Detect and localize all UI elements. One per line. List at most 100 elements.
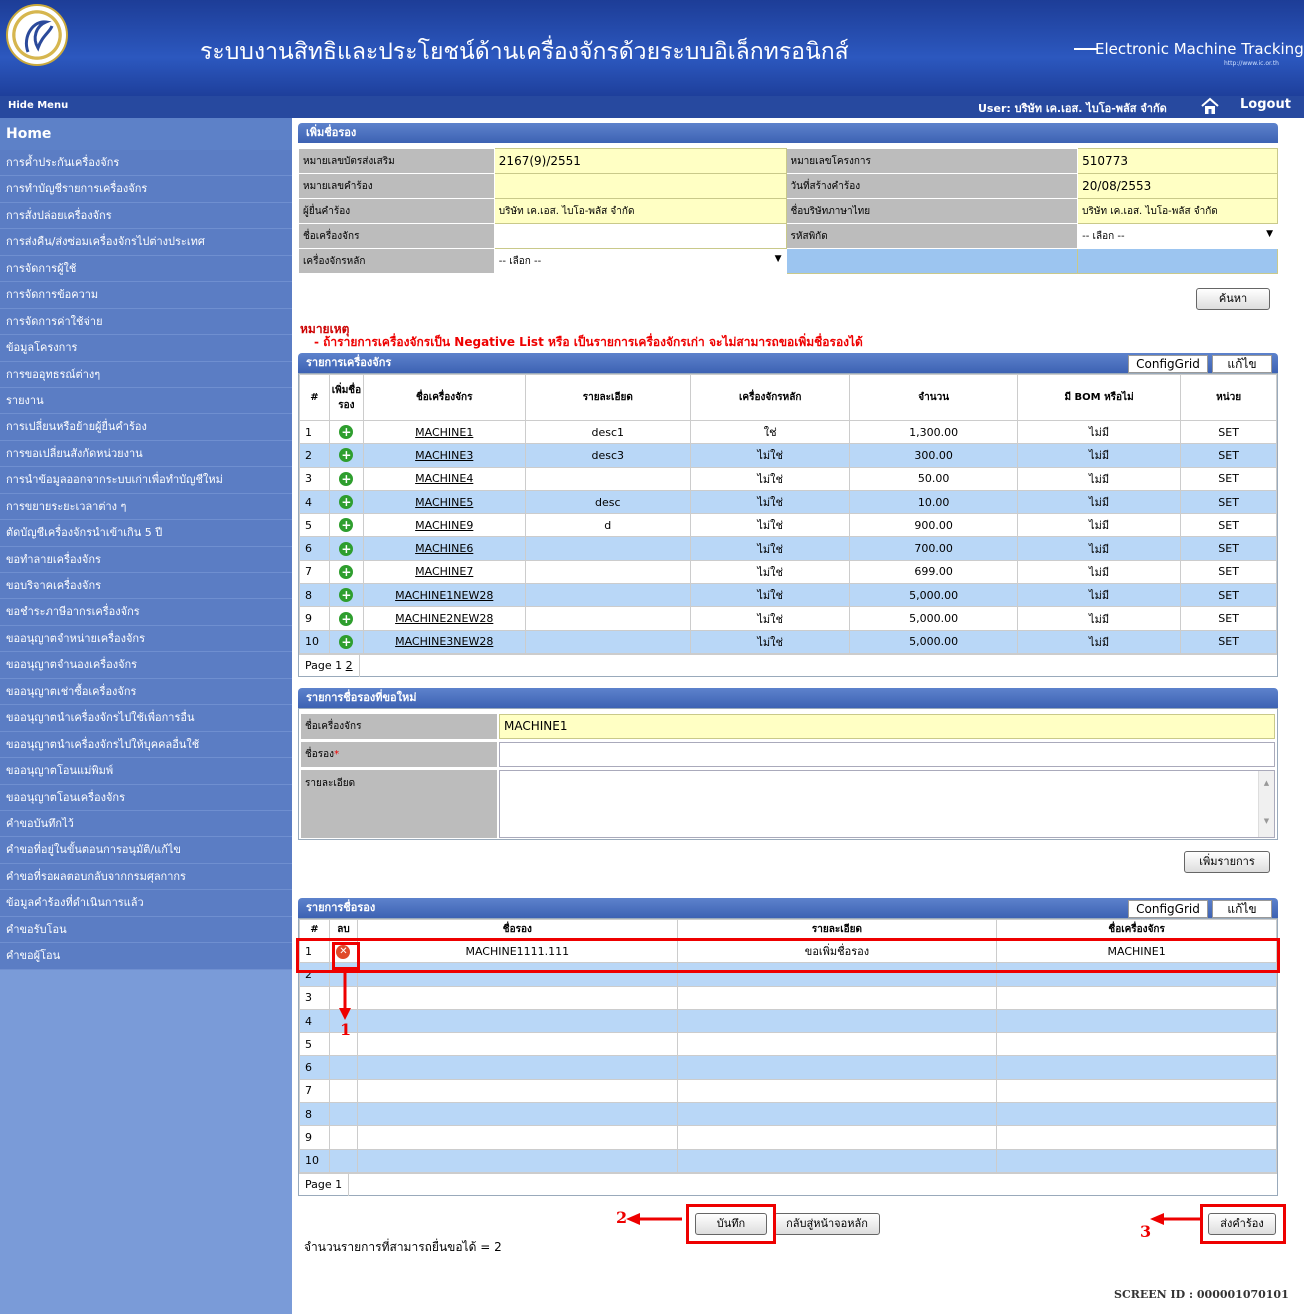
sidebar-item[interactable]: การนำข้อมูลออกจากระบบเก่าเพื่อทำบัญชีใหม… (0, 467, 292, 494)
add-circle-icon[interactable]: + (339, 564, 354, 579)
add-circle-icon[interactable]: + (339, 541, 354, 556)
main-machine-select[interactable]: -- เลือก -- ▼ (493, 248, 787, 274)
machine-name-link[interactable]: MACHINE9 (415, 519, 473, 532)
sidebar-item[interactable]: การจัดการค่าใช้จ่าย (0, 308, 292, 336)
machine-name-link[interactable]: MACHINE3NEW28 (395, 635, 493, 648)
note-text: - ถ้ารายการเครื่องจักรเป็น Negative List… (314, 335, 863, 349)
cell-detail (676, 1148, 998, 1173)
add-circle-icon[interactable]: + (339, 611, 354, 626)
sidebar-item[interactable]: ขออนุญาตนำเครื่องจักรไปให้บุคคลอื่นใช้ (0, 731, 292, 759)
machine-name-link[interactable]: MACHINE1 (415, 426, 473, 439)
add-circle-icon[interactable]: + (339, 448, 354, 463)
home-icon[interactable] (1200, 97, 1220, 118)
machine-name-link[interactable]: MACHINE2NEW28 (395, 612, 493, 625)
back-to-main-button[interactable]: กลับสู่หน้าจอหลัก (774, 1213, 880, 1235)
thai-name-field[interactable]: บริษัท เค.เอส. ไบโอ-พลัส จำกัด (1077, 198, 1278, 224)
add-circle-icon[interactable]: + (339, 471, 354, 486)
cell-unit: SET (1180, 559, 1277, 585)
page-2-link[interactable]: 2 (346, 659, 353, 672)
sidebar-item[interactable]: ข้อมูลโครงการ (0, 335, 292, 362)
add-circle-icon[interactable]: + (339, 588, 354, 603)
sidebar-item[interactable]: ตัดบัญชีเครื่องจักรนำเข้าเกิน 5 ปี (0, 520, 292, 547)
alias-machine-field[interactable]: MACHINE1 (499, 714, 1275, 739)
sidebar-item[interactable]: ขออนุญาตเช่าซื้อเครื่องจักร (0, 678, 292, 706)
row-number: 3 (299, 466, 330, 491)
add-circle-icon[interactable]: + (339, 425, 354, 440)
chevron-down-icon: ▼ (1266, 228, 1273, 239)
top-bar: Hide Menu User: บริษัท เค.เอส. ไบโอ-พลัส… (0, 96, 1304, 118)
sidebar-item[interactable]: ขอชำระภาษีอากรเครื่องจักร (0, 599, 292, 626)
project-field[interactable]: 510773 (1077, 148, 1278, 174)
edit-grid-button[interactable]: แก้ไข (1212, 355, 1272, 373)
applicant-field[interactable]: บริษัท เค.เอส. ไบโอ-พลัส จำกัด (493, 198, 787, 224)
textarea-scrollbar[interactable]: ▲ ▼ (1258, 771, 1274, 837)
table-row: 7 (299, 1078, 1277, 1104)
sidebar-item[interactable]: คำขอที่อยู่ในขั้นตอนการอนุมัติ/แก้ไข (0, 837, 292, 864)
alias-name-input[interactable] (499, 742, 1275, 767)
scroll-up-icon[interactable]: ▲ (1259, 779, 1274, 787)
sidebar-item[interactable]: การส่งคืน/ส่งซ่อมเครื่องจักรไปต่างประเทศ (0, 229, 292, 256)
add-circle-icon[interactable]: + (339, 495, 354, 510)
machine-name-link[interactable]: MACHINE1NEW28 (395, 589, 493, 602)
sidebar-item[interactable]: การเปลี่ยนหรือย้ายผู้ยื่นคำร้อง (0, 414, 292, 441)
add-alias-panel-title: เพิ่มชื่อรอง (298, 123, 1278, 143)
machine-name-field[interactable] (493, 223, 787, 249)
row-number: 1 (299, 419, 330, 445)
config-grid-button[interactable]: ConfigGrid (1128, 355, 1208, 373)
sidebar-item[interactable]: คำขอรับโอน (0, 916, 292, 944)
config-grid-button[interactable]: ConfigGrid (1128, 900, 1208, 918)
scroll-down-icon[interactable]: ▼ (1259, 817, 1274, 825)
machine-name-link[interactable]: MACHINE6 (415, 542, 473, 555)
sidebar-item[interactable]: ขออนุญาตจำนองเครื่องจักร (0, 652, 292, 679)
sidebar-item[interactable]: การสั่งปล่อยเครื่องจักร (0, 202, 292, 230)
sidebar-item[interactable]: ขอบริจาคเครื่องจักร (0, 573, 292, 600)
request-date-field[interactable]: 20/08/2553 (1077, 173, 1278, 199)
sidebar-item[interactable]: ขออนุญาตนำเครื่องจักรไปใช้เพื่อการอื่น (0, 705, 292, 732)
cell-qty: 700.00 (849, 536, 1018, 561)
search-button[interactable]: ค้นหา (1196, 288, 1270, 310)
machine-name-link[interactable]: MACHINE3 (415, 449, 473, 462)
add-circle-icon[interactable]: + (339, 518, 354, 533)
sidebar-item[interactable]: การทำบัญชีรายการเครื่องจักร (0, 176, 292, 203)
cell-alias (356, 985, 678, 1010)
sidebar-item[interactable]: การขออุทธรณ์ต่างๆ (0, 361, 292, 388)
tariff-select[interactable]: -- เลือก -- ▼ (1077, 223, 1278, 249)
sidebar-item[interactable]: คำขอผู้โอน (0, 943, 292, 970)
sidebar-item[interactable]: การขยายระยะเวลาต่าง ๆ (0, 493, 292, 521)
add-alias-cell: + (328, 489, 364, 515)
sidebar-item[interactable]: ขอทำลายเครื่องจักร (0, 546, 292, 573)
logout-link[interactable]: Logout (1240, 97, 1291, 112)
highlight-alias-row (296, 938, 1280, 973)
machine-name-link[interactable]: MACHINE5 (415, 496, 473, 509)
cell-main: ไม่ใช่ (689, 466, 851, 491)
machine-name-link[interactable]: MACHINE4 (415, 472, 473, 485)
edit-grid-button[interactable]: แก้ไข (1212, 900, 1272, 918)
sidebar-item[interactable]: ขออนุญาตโอนเครื่องจักร (0, 784, 292, 811)
machine-name-cell: MACHINE2NEW28 (362, 606, 526, 631)
add-item-button[interactable]: เพิ่มรายการ (1184, 851, 1270, 873)
sidebar-item[interactable]: การขอเปลี่ยนสังกัดหน่วยงาน (0, 440, 292, 468)
sidebar-item[interactable]: คำขอที่รอผลตอบกลับจากกรมศุลกากร (0, 863, 292, 891)
cell-qty: 1,300.00 (849, 419, 1018, 445)
tariff-label: รหัสพิกัด (785, 223, 1079, 249)
alias-detail-textarea[interactable]: ▲ ▼ (499, 770, 1275, 838)
sidebar-item[interactable]: การจัดการข้อความ (0, 282, 292, 309)
machine-name-cell: MACHINE5 (362, 489, 526, 515)
sidebar-item[interactable]: คำขอบันทึกไว้ (0, 810, 292, 838)
promo-field[interactable]: 2167(9)/2551 (493, 148, 787, 174)
cell-qty: 5,000.00 (849, 583, 1018, 608)
sidebar-item[interactable]: รายงาน (0, 387, 292, 415)
sidebar-home[interactable]: Home (0, 118, 292, 150)
new-alias-title: รายการชื่อรองที่ขอใหม่ (298, 688, 1278, 708)
column-header: หน่วย (1180, 374, 1277, 421)
sidebar-item[interactable]: ข้อมูลคำร้องที่ดำเนินการแล้ว (0, 890, 292, 917)
request-no-field[interactable] (493, 173, 787, 199)
sidebar-item[interactable]: ขออนุญาตโอนแม่พิมพ์ (0, 758, 292, 785)
machine-name-link[interactable]: MACHINE7 (415, 565, 473, 578)
hide-menu-link[interactable]: Hide Menu (8, 100, 68, 111)
sidebar-item[interactable]: ขออนุญาตจำหน่ายเครื่องจักร (0, 625, 292, 653)
sidebar-item[interactable]: การค้ำประกันเครื่องจักร (0, 150, 292, 177)
sidebar-item[interactable]: การจัดการผู้ใช้ (0, 255, 292, 283)
add-circle-icon[interactable]: + (339, 634, 354, 649)
request-date-label: วันที่สร้างคำร้อง (785, 173, 1079, 199)
